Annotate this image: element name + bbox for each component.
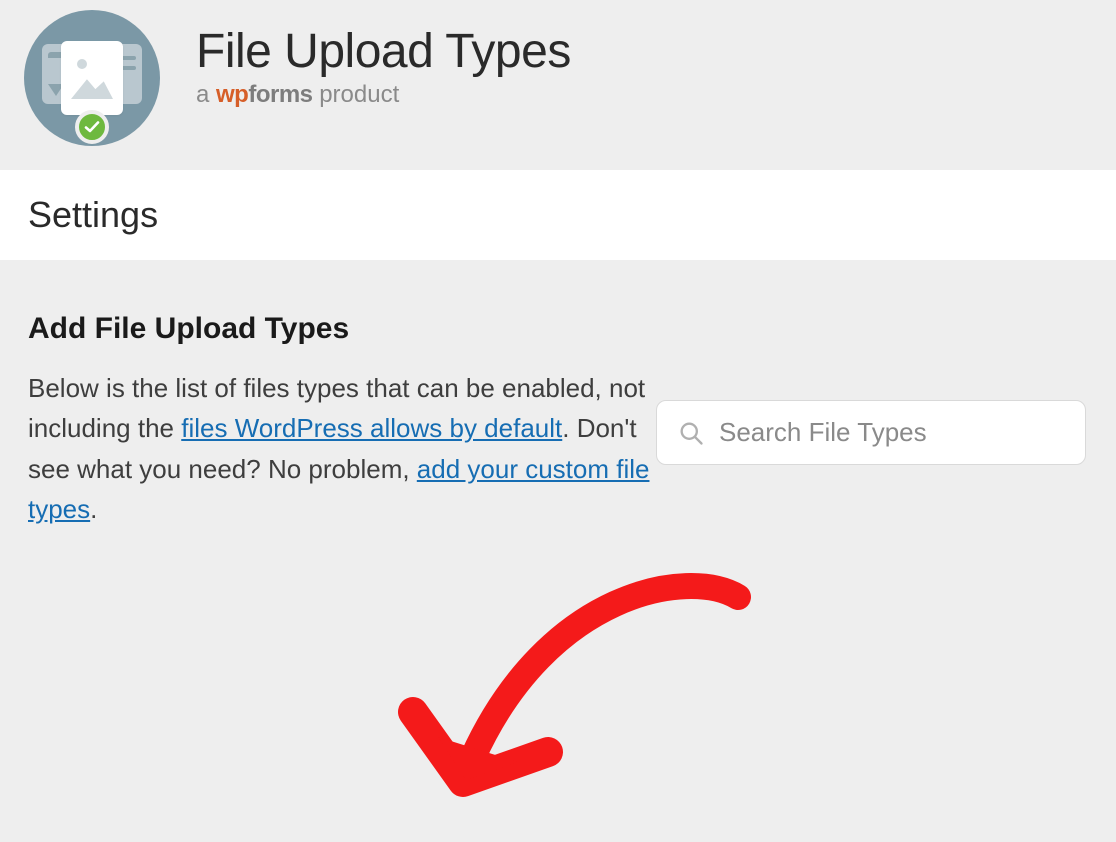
content-area: Add File Upload Types Below is the list … xyxy=(0,260,1116,529)
section-title: Add File Upload Types xyxy=(28,312,1088,346)
plugin-logo xyxy=(24,10,160,146)
logo-image-icon xyxy=(61,41,123,115)
search-icon xyxy=(677,419,705,447)
subline-suffix: product xyxy=(313,81,400,108)
check-icon xyxy=(84,119,100,135)
subline-prefix: a xyxy=(196,81,216,108)
settings-heading: Settings xyxy=(0,170,1116,260)
plugin-header: File Upload Types a wpforms product xyxy=(0,0,1116,170)
annotation-arrow xyxy=(378,562,778,842)
brand-forms: forms xyxy=(248,81,312,108)
brand-wp: wp xyxy=(216,81,248,108)
desc-text-3: . xyxy=(90,494,97,524)
plugin-logo-checkmark xyxy=(75,110,109,144)
search-container xyxy=(656,400,1086,465)
link-wordpress-default-files[interactable]: files WordPress allows by default xyxy=(181,413,562,443)
page-title: File Upload Types xyxy=(196,24,571,79)
page-subtitle: a wpforms product xyxy=(196,81,571,109)
title-block: File Upload Types a wpforms product xyxy=(196,10,571,109)
section-description: Below is the list of files types that ca… xyxy=(28,368,668,529)
search-input[interactable] xyxy=(719,417,1065,448)
search-box[interactable] xyxy=(656,400,1086,465)
